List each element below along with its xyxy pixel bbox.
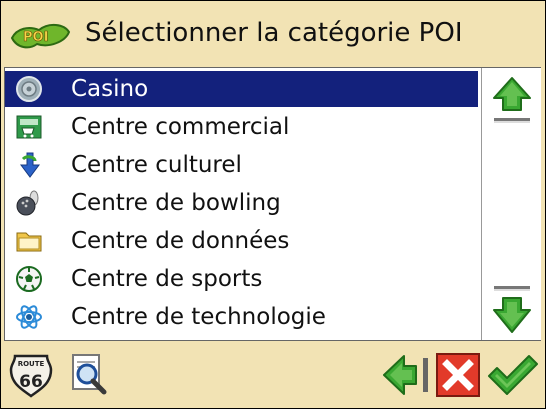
toolbar: ROUTE 66 <box>1 344 545 408</box>
cancel-icon[interactable] <box>435 352 481 398</box>
list-item-shopping-center[interactable]: Centre commercial <box>5 109 478 145</box>
list-item-label: Centre de technologie <box>71 304 326 330</box>
list-item-technology-center[interactable]: Centre de technologie <box>5 299 478 335</box>
casino-icon <box>16 76 42 102</box>
list-item-label: Casino <box>71 76 149 102</box>
list-item-sports-center[interactable]: Centre de sports <box>5 261 478 297</box>
back-arrow-icon[interactable] <box>382 352 432 398</box>
confirm-check-icon[interactable] <box>487 352 539 398</box>
scroll-down-arrow-icon[interactable] <box>490 280 534 336</box>
poi-category-window: POI Sélectionner la catégorie POI Casino <box>0 0 546 409</box>
list-item-cultural-center[interactable]: Centre culturel <box>5 147 478 183</box>
list-item-data-center[interactable]: Centre de données <box>5 223 478 259</box>
list-item-label: Centre de sports <box>71 266 263 292</box>
bowling-icon <box>16 190 39 216</box>
route-badge-number: 66 <box>19 372 43 392</box>
scrollbar[interactable] <box>481 68 541 340</box>
poi-category-list: Casino Centre commercial Centre culturel <box>4 67 541 341</box>
list-items: Casino Centre commercial Centre culturel <box>5 68 481 340</box>
svg-text:POI: POI <box>23 30 48 45</box>
culture-icon <box>20 152 40 178</box>
atom-icon <box>16 305 42 329</box>
route-66-icon[interactable]: ROUTE 66 <box>9 352 53 398</box>
soccer-ball-icon <box>16 266 42 292</box>
scroll-up-arrow-icon[interactable] <box>490 74 534 130</box>
page-title: Sélectionner la catégorie POI <box>85 18 463 48</box>
search-document-icon[interactable] <box>67 352 113 398</box>
list-item-label: Centre de bowling <box>71 190 281 216</box>
list-item-label: Centre culturel <box>71 152 242 178</box>
list-item-label: Centre commercial <box>71 114 290 140</box>
route-badge-top: ROUTE <box>18 360 45 368</box>
list-item-bowling-center[interactable]: Centre de bowling <box>5 185 478 221</box>
folder-icon <box>16 232 42 252</box>
list-item-casino[interactable]: Casino <box>5 71 478 107</box>
header: POI Sélectionner la catégorie POI <box>1 1 545 67</box>
shopping-cart-icon <box>16 115 42 139</box>
poi-logo-icon: POI <box>10 24 71 49</box>
list-item-label: Centre de données <box>71 228 290 254</box>
